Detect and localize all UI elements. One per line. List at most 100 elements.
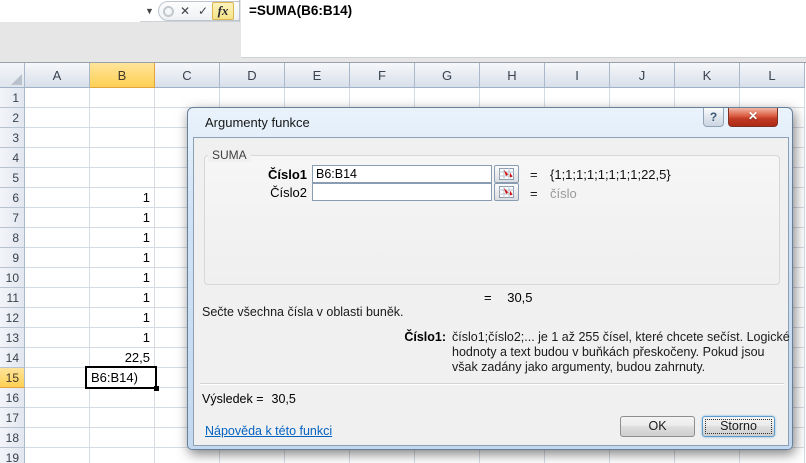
cell-C1[interactable] (155, 88, 220, 108)
cell-I19[interactable] (545, 448, 610, 463)
column-header-E[interactable]: E (285, 63, 350, 88)
cell-B9[interactable]: 1 (90, 248, 155, 268)
formula-input[interactable]: =SUMA(B6:B14) (241, 0, 806, 58)
name-box-dropdown-icon[interactable]: ▼ (141, 0, 158, 22)
ok-button[interactable]: OK (620, 416, 695, 437)
cell-A2[interactable] (25, 108, 90, 128)
cell-G19[interactable] (415, 448, 480, 463)
active-cell-editor[interactable]: B6:B14) (85, 366, 159, 391)
cell-B17[interactable] (90, 408, 155, 428)
cell-F19[interactable] (350, 448, 415, 463)
cell-A19[interactable] (25, 448, 90, 463)
cell-B16[interactable] (90, 388, 155, 408)
cell-B13[interactable]: 1 (90, 328, 155, 348)
cell-I1[interactable] (545, 88, 610, 108)
arg2-input[interactable] (312, 183, 492, 201)
row-header-6[interactable]: 6 (0, 188, 25, 208)
row-header-13[interactable]: 13 (0, 328, 25, 348)
cell-H1[interactable] (480, 88, 545, 108)
cell-B12[interactable]: 1 (90, 308, 155, 328)
column-header-C[interactable]: C (155, 63, 220, 88)
cell-L19[interactable] (740, 448, 805, 463)
column-header-L[interactable]: L (740, 63, 805, 88)
arg1-range-select-button[interactable] (494, 165, 519, 183)
cell-B7[interactable]: 1 (90, 208, 155, 228)
row-header-10[interactable]: 10 (0, 268, 25, 288)
cell-E19[interactable] (285, 448, 350, 463)
cell-B11[interactable]: 1 (90, 288, 155, 308)
help-link[interactable]: Nápověda k této funkci (205, 424, 332, 438)
row-header-11[interactable]: 11 (0, 288, 25, 308)
cell-B19[interactable] (90, 448, 155, 463)
cell-A17[interactable] (25, 408, 90, 428)
arg2-range-select-button[interactable] (494, 183, 519, 201)
row-header-5[interactable]: 5 (0, 168, 25, 188)
column-header-A[interactable]: A (25, 63, 90, 88)
cell-B4[interactable] (90, 148, 155, 168)
cell-A12[interactable] (25, 308, 90, 328)
dialog-help-button[interactable]: ? (703, 108, 724, 127)
cell-C19[interactable] (155, 448, 220, 463)
cell-B3[interactable] (90, 128, 155, 148)
column-header-F[interactable]: F (350, 63, 415, 88)
cancel-button[interactable]: Storno (702, 416, 775, 437)
cell-G1[interactable] (415, 88, 480, 108)
cancel-icon[interactable]: ✕ (176, 2, 194, 20)
cell-A11[interactable] (25, 288, 90, 308)
cell-E1[interactable] (285, 88, 350, 108)
cell-A3[interactable] (25, 128, 90, 148)
cell-F1[interactable] (350, 88, 415, 108)
cell-A8[interactable] (25, 228, 90, 248)
column-header-I[interactable]: I (545, 63, 610, 88)
cell-K1[interactable] (675, 88, 740, 108)
row-header-3[interactable]: 3 (0, 128, 25, 148)
select-all-corner[interactable] (0, 63, 25, 88)
row-header-12[interactable]: 12 (0, 308, 25, 328)
row-header-17[interactable]: 17 (0, 408, 25, 428)
cell-A10[interactable] (25, 268, 90, 288)
name-box[interactable] (0, 0, 140, 22)
cell-B10[interactable]: 1 (90, 268, 155, 288)
cell-A9[interactable] (25, 248, 90, 268)
cell-B6[interactable]: 1 (90, 188, 155, 208)
row-header-18[interactable]: 18 (0, 428, 25, 448)
row-header-16[interactable]: 16 (0, 388, 25, 408)
cell-D19[interactable] (220, 448, 285, 463)
column-header-K[interactable]: K (675, 63, 740, 88)
row-header-14[interactable]: 14 (0, 348, 25, 368)
cell-A16[interactable] (25, 388, 90, 408)
insert-function-button[interactable]: fx (212, 2, 234, 20)
cell-A7[interactable] (25, 208, 90, 228)
dialog-close-button[interactable]: ✕ (728, 108, 778, 127)
cell-H19[interactable] (480, 448, 545, 463)
cell-D1[interactable] (220, 88, 285, 108)
cell-J1[interactable] (610, 88, 675, 108)
cell-A1[interactable] (25, 88, 90, 108)
column-header-B[interactable]: B (90, 63, 155, 88)
cell-B1[interactable] (90, 88, 155, 108)
row-header-4[interactable]: 4 (0, 148, 25, 168)
cell-J19[interactable] (610, 448, 675, 463)
row-header-9[interactable]: 9 (0, 248, 25, 268)
cell-K19[interactable] (675, 448, 740, 463)
row-header-2[interactable]: 2 (0, 108, 25, 128)
cell-A15[interactable] (25, 368, 90, 388)
cell-A18[interactable] (25, 428, 90, 448)
cell-B18[interactable] (90, 428, 155, 448)
row-header-8[interactable]: 8 (0, 228, 25, 248)
enter-icon[interactable]: ✓ (194, 2, 212, 20)
row-header-7[interactable]: 7 (0, 208, 25, 228)
column-header-D[interactable]: D (220, 63, 285, 88)
row-header-19[interactable]: 19 (0, 448, 25, 463)
column-header-J[interactable]: J (610, 63, 675, 88)
fill-handle[interactable] (154, 386, 159, 391)
cell-A13[interactable] (25, 328, 90, 348)
cell-B2[interactable] (90, 108, 155, 128)
row-header-15[interactable]: 15 (0, 368, 25, 388)
row-header-1[interactable]: 1 (0, 88, 25, 108)
cell-A14[interactable] (25, 348, 90, 368)
column-header-G[interactable]: G (415, 63, 480, 88)
arg1-input[interactable] (312, 165, 492, 183)
column-header-H[interactable]: H (480, 63, 545, 88)
cell-B8[interactable]: 1 (90, 228, 155, 248)
